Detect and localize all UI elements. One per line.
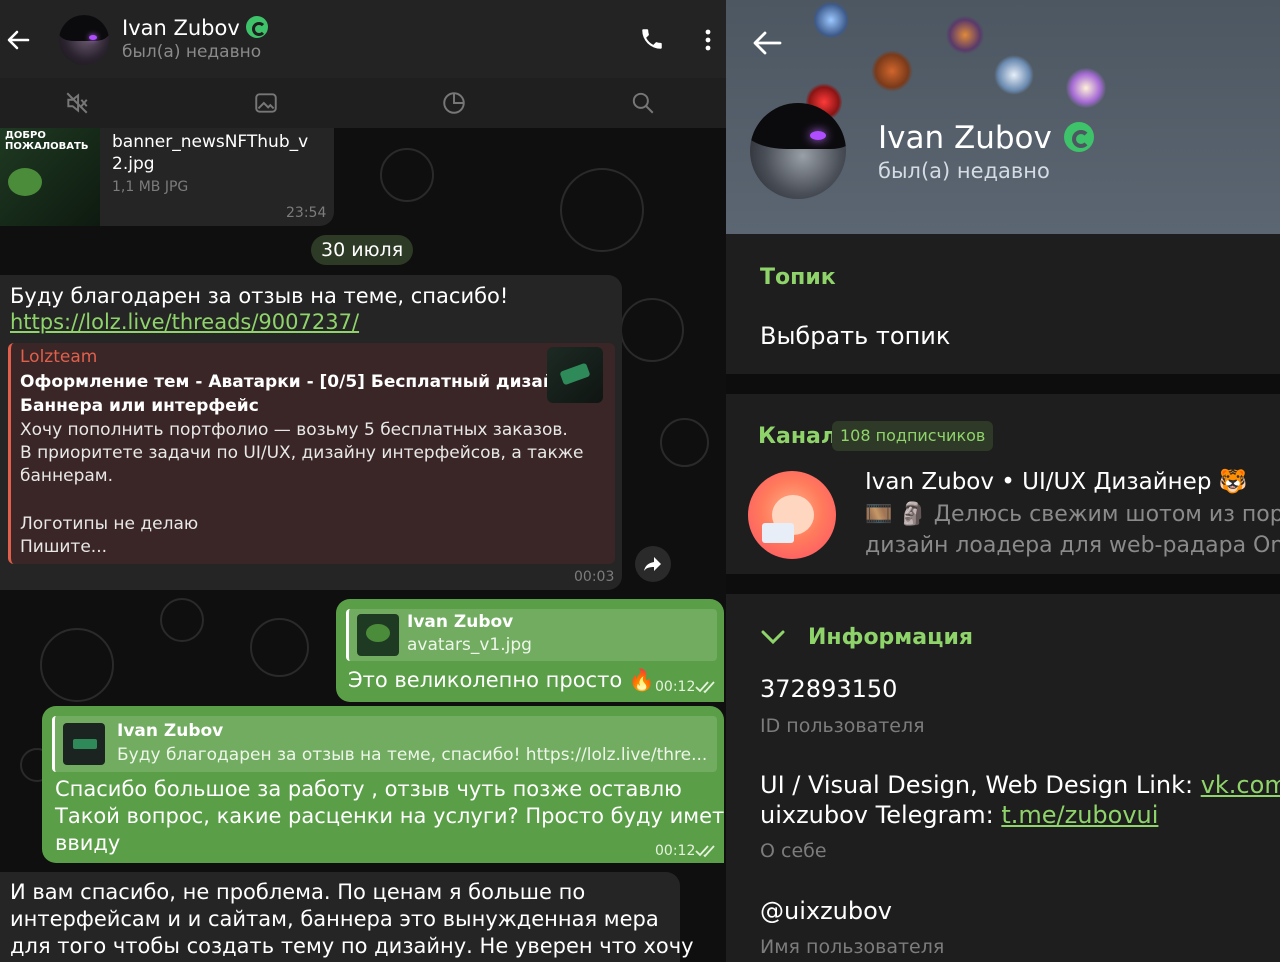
profile-header: Ivan Zubov был(а) недавно	[726, 0, 1280, 234]
channel-avatar[interactable]	[748, 471, 836, 559]
preview-site: Lolzteam	[20, 347, 98, 367]
file-meta: 1,1 MB JPG	[112, 179, 189, 195]
message-text: для того чтобы создать тему по дизайну. …	[10, 934, 694, 958]
chat-panel: Ivan Zubov был(а) недавно ДОБРО ПОЖАЛОВА…	[0, 0, 726, 962]
gift-sticker-icon[interactable]	[871, 50, 913, 92]
profile-avatar[interactable]	[750, 103, 846, 199]
message-text: Буду благодарен за отзыв на теме, спасиб…	[10, 284, 509, 308]
section-header: Топик	[760, 265, 836, 290]
reply-preview[interactable]: Ivan Zubov avatars_v1.jpg	[346, 609, 717, 661]
message-time: 00:12	[655, 843, 696, 859]
username-label: Имя пользователя	[760, 936, 945, 958]
verified-badge-icon	[245, 16, 268, 38]
message-time: 00:12	[655, 679, 696, 695]
incoming-message[interactable]: Буду благодарен за отзыв на теме, спасиб…	[0, 275, 622, 590]
message-time: 23:54	[286, 205, 327, 221]
verified-badge-icon	[1063, 122, 1094, 152]
forward-icon	[644, 557, 661, 571]
bio-label: О себе	[760, 840, 827, 862]
read-check-icon	[695, 681, 715, 694]
link-preview[interactable]: Lolzteam Оформление тем - Аватарки - [0/…	[8, 343, 615, 564]
profile-status: был(а) недавно	[878, 159, 1050, 183]
more-vert-icon[interactable]	[698, 28, 718, 52]
message-text: интерфейсам и и сайтам, баннера это выну…	[10, 907, 659, 931]
chevron-down-icon[interactable]	[760, 628, 786, 646]
phone-icon[interactable]	[639, 26, 665, 52]
thumbnail-text: ДОБРО	[5, 130, 46, 141]
message-text: Спасибо большое за работу , отзыв чуть п…	[55, 777, 682, 801]
reply-thumbnail	[357, 614, 399, 656]
reply-text: Буду благодарен за отзыв на теме, спасиб…	[117, 745, 708, 765]
channel-description: дизайн лоадера для web-радара On	[865, 533, 1280, 558]
outgoing-message[interactable]: Ivan Zubov avatars_v1.jpg Это великолепн…	[336, 599, 724, 702]
incoming-message[interactable]: И вам спасибо, не проблема. По ценам я б…	[0, 872, 694, 962]
user-id-value[interactable]: 372893150	[760, 675, 897, 703]
date-separator: 30 июля	[311, 235, 414, 265]
file-name: banner_newsNFThub_v	[112, 132, 309, 152]
gift-sticker-icon[interactable]	[946, 15, 984, 55]
stats-icon[interactable]	[441, 90, 467, 116]
topic-section: Топик Выбрать топик	[726, 234, 1280, 374]
message-time: 00:03	[574, 569, 615, 585]
profile-panel: Ivan Zubov был(а) недавно Топик Выбрать …	[726, 0, 1280, 962]
user-id-label: ID пользователя	[760, 715, 925, 737]
media-icon[interactable]	[253, 90, 279, 116]
message-text: Такой вопрос, какие расценки на услуги? …	[55, 804, 726, 828]
message-text: Это великолепно просто 🔥	[348, 668, 656, 692]
outgoing-message[interactable]: Ivan Zubov Буду благодарен за отзыв на т…	[42, 706, 726, 863]
bio-text: uixzubov Telegram: t.me/zubovui	[760, 801, 1159, 829]
select-topic-button[interactable]: Выбрать топик	[760, 322, 950, 350]
channel-section: Канал 108 подписчиков Ivan Zubov • UI/UX…	[726, 394, 1280, 574]
mute-icon[interactable]	[64, 90, 90, 116]
message-text: И вам спасибо, не проблема. По ценам я б…	[10, 880, 586, 904]
preview-description: В приоритете задачи по UI/UX, дизайну ин…	[20, 443, 584, 463]
divider	[726, 574, 1280, 594]
preview-description: баннерам.	[20, 466, 114, 486]
channel-name[interactable]: Ivan Zubov • UI/UX Дизайнер 🐯	[865, 468, 1247, 495]
reply-author: Ivan Zubov	[117, 721, 224, 741]
gift-sticker-icon[interactable]	[994, 55, 1034, 95]
chat-header: Ivan Zubov был(а) недавно	[0, 0, 726, 78]
bio-link[interactable]: t.me/zubovui	[1001, 801, 1158, 829]
bio-link[interactable]: vk.com/	[1201, 771, 1280, 799]
preview-description: Пишите...	[20, 537, 108, 557]
file-name: 2.jpg	[112, 154, 155, 174]
preview-title: Баннера или интерфейс	[20, 396, 259, 416]
reply-text: avatars_v1.jpg	[407, 635, 532, 655]
message-link[interactable]: https://lolz.live/threads/9007237/	[10, 310, 359, 334]
username-value[interactable]: @uixzubov	[760, 897, 892, 925]
subscribers-badge: 108 подписчиков	[832, 421, 994, 451]
file-thumbnail[interactable]: ДОБРО ПОЖАЛОВАТЬ	[0, 128, 100, 226]
contact-avatar[interactable]	[59, 15, 109, 65]
read-check-icon	[695, 845, 715, 858]
contact-status: был(а) недавно	[122, 42, 262, 62]
section-header: Канал	[758, 424, 837, 449]
thumbnail-text: ПОЖАЛОВАТЬ	[5, 141, 89, 152]
back-arrow-icon[interactable]	[750, 27, 784, 59]
message-text: ввиду	[55, 831, 121, 855]
bio-text: UI / Visual Design, Web Design Link: vk.…	[760, 771, 1280, 799]
info-section: Информация 372893150 ID пользователя UI …	[726, 594, 1280, 962]
section-header[interactable]: Информация	[808, 625, 973, 650]
file-message[interactable]: ДОБРО ПОЖАЛОВАТЬ banner_newsNFThub_v 2.j…	[0, 128, 334, 226]
gift-sticker-icon[interactable]	[1066, 68, 1106, 108]
preview-description: Логотипы не делаю	[20, 514, 199, 534]
preview-title: Оформление тем - Аватарки - [0/5] Беспла…	[20, 372, 580, 392]
reply-thumbnail	[63, 723, 105, 765]
gift-sticker-icon[interactable]	[814, 0, 848, 40]
divider	[726, 374, 1280, 394]
reply-author: Ivan Zubov	[407, 612, 514, 632]
search-icon[interactable]	[630, 90, 656, 116]
preview-thumbnail	[547, 347, 603, 403]
frog-image	[8, 168, 42, 196]
profile-name: Ivan Zubov	[878, 120, 1094, 156]
chat-toolbar	[0, 78, 726, 128]
preview-description: Хочу пополнить портфолио — возьму 5 бесп…	[20, 420, 568, 440]
contact-name[interactable]: Ivan Zubov	[122, 16, 268, 40]
channel-description: 🎞️ 🗿 Делюсь свежим шотом из пор	[865, 502, 1280, 527]
forward-button[interactable]	[635, 546, 671, 582]
back-arrow-icon[interactable]	[4, 24, 32, 56]
reply-preview[interactable]: Ivan Zubov Буду благодарен за отзыв на т…	[52, 716, 717, 772]
